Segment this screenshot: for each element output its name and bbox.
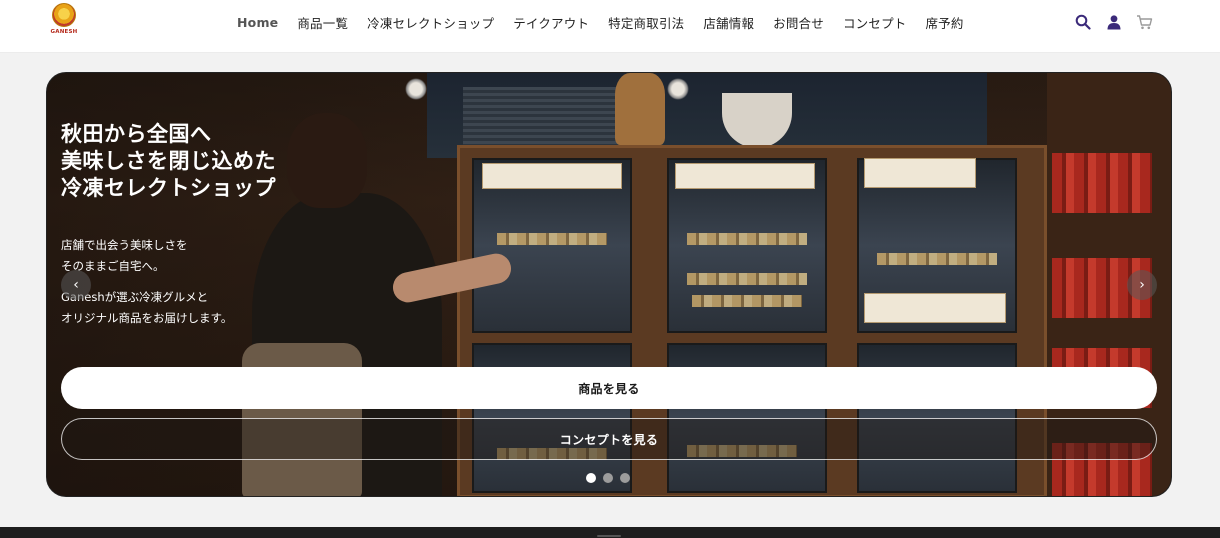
hero-desc-line: 店舗で出会う美味しさを: [61, 238, 188, 252]
site-logo[interactable]: GANESH: [50, 3, 78, 37]
nav-item-frozen-shop[interactable]: 冷凍セレクトショップ: [367, 13, 494, 32]
ganesh-statue-image: [615, 73, 665, 145]
main-nav: Home 商品一覧 冷凍セレクトショップ テイクアウト 特定商取引法 店舗情報 …: [237, 12, 964, 32]
carousel-prev-button[interactable]: ‹: [61, 270, 91, 300]
nav-item-store-info[interactable]: 店舗情報: [703, 13, 754, 32]
nav-item-concept[interactable]: コンセプト: [843, 13, 907, 32]
hero-title-line: 秋田から全国へ: [61, 122, 212, 146]
account-icon[interactable]: [1105, 13, 1122, 30]
site-header: GANESH Home 商品一覧 冷凍セレクトショップ テイクアウト 特定商取引…: [0, 0, 1220, 53]
chevron-right-icon: ›: [1139, 277, 1145, 293]
chevron-left-icon: ‹: [73, 277, 79, 293]
carousel-dot-1[interactable]: [586, 473, 596, 483]
carousel-next-button[interactable]: ›: [1127, 270, 1157, 300]
hero-title: 秋田から全国へ 美味しさを閉じ込めた 冷凍セレクトショップ: [61, 121, 361, 202]
carousel-dot-3[interactable]: [620, 473, 630, 483]
cart-icon[interactable]: [1136, 13, 1153, 30]
footer-handle: [597, 535, 621, 537]
hero-carousel: 秋田から全国へ 美味しさを閉じ込めた 冷凍セレクトショップ 店舗で出会う美味しさ…: [46, 72, 1172, 497]
nav-item-products[interactable]: 商品一覧: [297, 13, 348, 32]
nav-item-home[interactable]: Home: [237, 15, 278, 30]
nav-item-legal[interactable]: 特定商取引法: [608, 13, 684, 32]
search-icon[interactable]: [1074, 13, 1091, 30]
hero-title-line: 美味しさを閉じ込めた: [61, 149, 276, 173]
hero-title-line: 冷凍セレクトショップ: [61, 176, 276, 200]
nav-item-contact[interactable]: お問合せ: [773, 13, 824, 32]
logo-text: GANESH: [50, 29, 78, 35]
header-actions: [1074, 13, 1153, 30]
nav-item-takeout[interactable]: テイクアウト: [513, 13, 589, 32]
ganesh-logo-icon: [52, 3, 76, 27]
carousel-pagination: [586, 473, 630, 483]
carousel-dot-2[interactable]: [603, 473, 613, 483]
hero-desc-line: オリジナル商品をお届けします。: [61, 311, 233, 325]
view-products-button[interactable]: 商品を見る: [61, 367, 1157, 409]
view-concept-button[interactable]: コンセプトを見る: [61, 418, 1157, 460]
nav-item-reservation[interactable]: 席予約: [925, 13, 963, 32]
